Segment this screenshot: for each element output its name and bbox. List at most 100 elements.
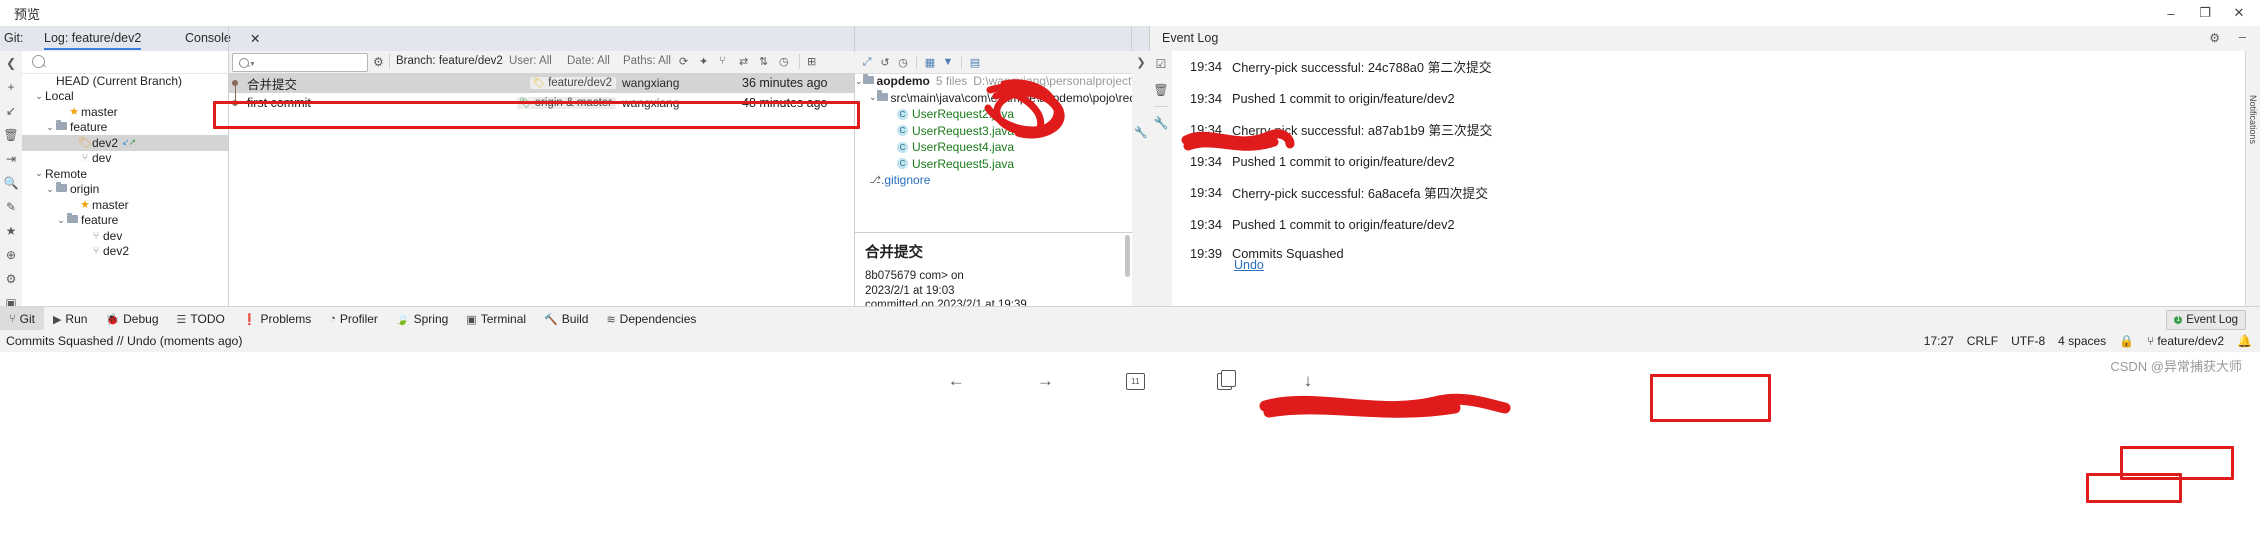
tool-window-button-profiler[interactable]: ◔ Profiler [320,307,387,331]
notifications-label[interactable]: Notifications [2248,95,2258,144]
copy-icon[interactable] [1216,369,1236,390]
tool-window-button-terminal[interactable]: ▣ Terminal [457,307,535,331]
history-icon[interactable]: ◷ [895,53,911,71]
branch-graph-icon[interactable]: ⑂ [719,55,726,67]
delete-icon[interactable]: 🗑 [0,123,22,147]
paths-filter[interactable]: Paths: All [623,55,671,67]
chevron-down-icon[interactable]: ⌄ [33,168,45,179]
line-separator[interactable]: CRLF [1967,334,1998,348]
wrench-icon[interactable]: 🔧 [1132,121,1150,143]
clock-icon[interactable]: ◷ [779,55,789,68]
undo-link[interactable]: Undo [1234,258,1264,272]
changed-file-row[interactable]: C UserRequest5.java [855,156,1132,173]
changed-file-row[interactable]: C UserRequest2.java [855,106,1132,123]
table-row[interactable]: first commit 🏷 origin & master wangxiang 48 … [229,93,854,113]
group-by-icon[interactable]: ▦ [922,53,938,71]
event-log-button[interactable]: 1 Event Log [2166,310,2246,330]
close-icon[interactable]: ✕ [2222,0,2256,26]
changed-file-row[interactable]: C UserRequest4.java [855,139,1132,156]
branch-tree-item[interactable]: HEAD (Current Branch) [22,73,228,89]
table-row[interactable]: 合并提交 🏷 feature/dev2 wangxiang 36 minutes ago [229,73,854,103]
changed-file-row[interactable]: C UserRequest3.java [855,123,1132,140]
collapse-right-icon[interactable]: ❯ [1132,51,1150,73]
search-icon[interactable]: 🔍 [0,171,22,195]
notifications-bell-icon[interactable]: 🔔 [2237,334,2252,348]
chevron-down-icon[interactable]: ⌄ [33,91,45,102]
gear-icon[interactable]: ⚙ [373,55,384,69]
close-icon-console-tab[interactable]: ✕ [250,31,260,46]
event-log-entry[interactable]: 19:34 Pushed 1 commit to origin/feature/d… [1172,83,2260,115]
branch-tree-item[interactable]: 🏷 dev2 ↙↗ [22,135,228,151]
tool-window-button-dependencies[interactable]: ≋ Dependencies [597,307,705,331]
branch-search-box[interactable] [22,51,228,74]
revert-icon[interactable]: ↺ [877,53,893,71]
view-options-icon[interactable]: ▤ [967,53,983,71]
branch-tree-item[interactable]: ⑂ dev [22,151,228,167]
branch-tree-item[interactable]: ⌄ origin [22,181,228,198]
chevron-down-icon[interactable]: ▼ [249,61,256,68]
tool-window-button-debug[interactable]: 🐞 Debug [96,307,167,331]
tool-window-button-spring[interactable]: 🍃 Spring [387,307,457,331]
tab-console[interactable]: Console [185,31,231,45]
status-message[interactable]: Commits Squashed // Undo (moments ago) [6,334,242,348]
date-filter[interactable]: Date: All [567,55,610,67]
tool-window-button-run[interactable]: ▶ Run [44,307,96,331]
branch-tree-item[interactable]: ⑂ dev2 [22,244,228,260]
favorite-icon[interactable]: ★ [0,219,22,243]
forward-icon[interactable]: → [1037,371,1054,391]
edit-icon[interactable]: ✎ [0,195,22,219]
lock-icon[interactable]: 🔒 [2119,334,2134,348]
collapse-icon[interactable]: ❮ [0,51,22,75]
expand-selection-icon[interactable]: ⤢ [859,53,875,71]
user-filter[interactable]: User: All [509,55,552,67]
filter-icon[interactable]: ▼ [940,53,956,71]
tool-window-button-build[interactable]: 🔨 Build [535,307,597,331]
branch-filter[interactable]: Branch: feature/dev2 [396,55,503,67]
branch-tree-item[interactable]: ⌄ feature [22,212,228,229]
minimize-icon[interactable]: – [2239,29,2246,44]
clear-all-icon[interactable]: 🗑 [1150,77,1172,103]
tab-log-feature-dev2[interactable]: Log: feature/dev2 [44,31,142,50]
log-search-input[interactable]: ▼ [232,53,368,72]
settings-icon[interactable]: ⚙ [0,267,22,291]
branch-tree-item[interactable]: ★ master [22,104,228,120]
branch-tree-item[interactable]: ⑂ dev [22,228,228,244]
branch-tree-item[interactable]: ⌄ Remote [22,166,228,182]
branch-tree-item[interactable]: ⌄ feature [22,119,228,136]
chevron-down-icon[interactable]: ⌄ [869,92,877,103]
caret-position[interactable]: 17:27 [1924,334,1954,348]
add-icon[interactable]: + [0,75,22,99]
highlight-icon[interactable]: ✦ [699,55,708,68]
chevron-down-icon[interactable]: ⌄ [44,184,56,195]
mark-read-icon[interactable]: ☑ [1150,51,1172,77]
recents-icon[interactable]: 11 [1125,372,1145,390]
event-log-entry[interactable]: 19:39 Commits Squashed Undo [1172,240,2260,296]
compare-icon[interactable]: ⇄ [739,55,748,68]
changes-folder-row[interactable]: ⌄ src\main\java\com\example\aopdemo\pojo\… [855,90,1132,107]
event-log-entry[interactable]: 19:34 Cherry-pick successful: 6a8acefa 第四… [1172,177,2260,209]
maximize-icon[interactable]: ❐ [2188,0,2222,26]
chevron-down-icon[interactable]: ⌄ [855,76,863,87]
gitignore-row[interactable]: ⎇ .gitignore [855,172,1132,189]
back-icon[interactable]: ← [948,371,965,391]
settings-wrench-icon[interactable]: 🔧 [1150,110,1172,136]
chevron-down-icon[interactable]: ⌄ [55,215,67,226]
globe-icon[interactable]: ⊕ [0,243,22,267]
tool-window-button-problems[interactable]: ❗ Problems [234,307,320,331]
changes-root-row[interactable]: ⌄ aopdemo 5 files D:\wangxiang\personalproj… [855,73,1132,90]
event-log-entry[interactable]: 19:34 Pushed 1 commit to origin/feature/d… [1172,209,2260,241]
status-branch[interactable]: ⑂ feature/dev2 [2147,334,2224,348]
chevron-down-icon[interactable]: ⌄ [44,122,56,133]
minimize-icon[interactable]: – [2154,0,2188,26]
rebase-icon[interactable]: ⇥ [0,147,22,171]
event-log-entry[interactable]: 19:34 Pushed 1 commit to origin/feature/d… [1172,146,2260,178]
tool-window-button-todo[interactable]: ☰ TODO [168,307,234,331]
event-log-entry[interactable]: 19:34 Cherry-pick successful: a87ab1b9 第三… [1172,114,2260,146]
event-log-entry[interactable]: 19:34 Cherry-pick successful: 24c788a0 第二… [1172,51,2260,83]
intellisort-icon[interactable]: ⇅ [759,55,768,68]
detail-scrollbar[interactable] [1125,235,1130,277]
branch-tree-item[interactable]: ⌄ Local [22,89,228,105]
download-icon[interactable]: ↓ [1304,371,1313,391]
refresh-icon[interactable]: ⟳ [679,55,688,68]
encoding[interactable]: UTF-8 [2011,334,2045,348]
